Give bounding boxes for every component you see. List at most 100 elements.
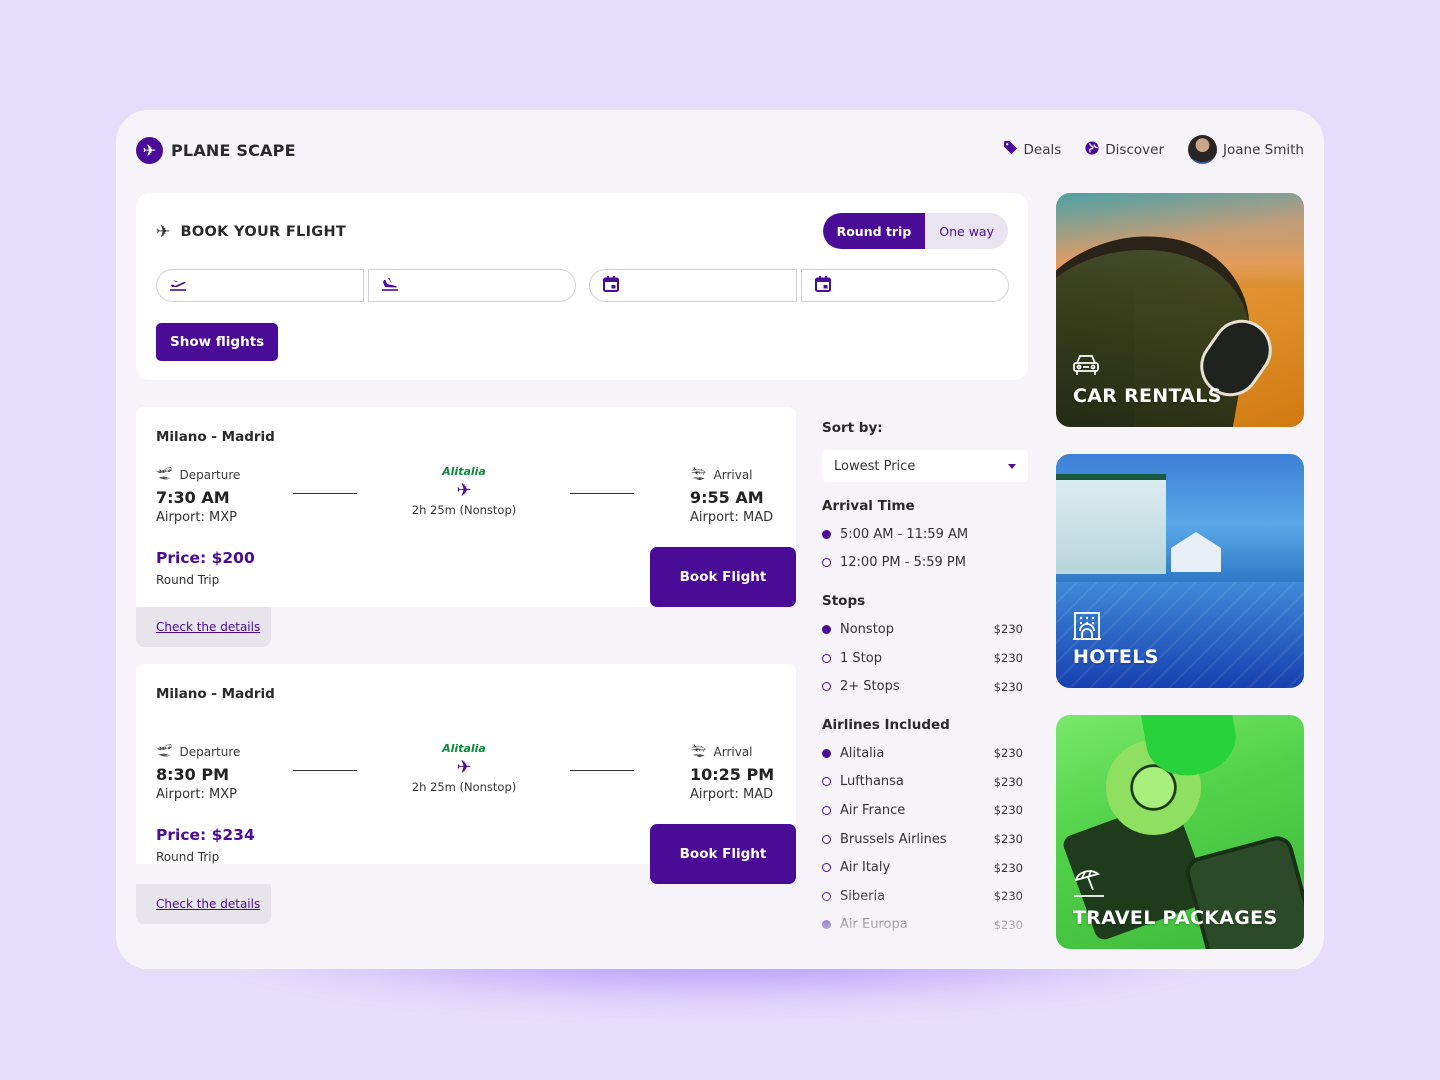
radio-icon bbox=[822, 805, 831, 815]
radio-icon bbox=[822, 558, 831, 568]
details-tab: Check the details bbox=[136, 884, 271, 924]
user-menu[interactable]: Joane Smith bbox=[1188, 135, 1304, 164]
airline-option[interactable]: Air Europa $230 bbox=[822, 911, 1028, 940]
option-label: Lufthansa bbox=[840, 774, 904, 790]
return-date-field[interactable] bbox=[801, 269, 1009, 302]
arrival-label: Arrival bbox=[713, 467, 753, 482]
tile-image-suitcase bbox=[1182, 832, 1304, 949]
option-label: Brussels Airlines bbox=[840, 831, 947, 847]
takeoff-icon: 🛫︎ bbox=[156, 467, 173, 482]
brand-name: PLANE SCAPE bbox=[171, 141, 296, 160]
airplane-icon: ✈ bbox=[456, 480, 472, 501]
arrival-time: 10:25 PM bbox=[690, 765, 775, 784]
option-price: $230 bbox=[993, 917, 1023, 932]
flight-route: Milano - Madrid bbox=[156, 429, 275, 445]
stops-option[interactable]: Nonstop $230 bbox=[822, 615, 1028, 644]
user-name: Joane Smith bbox=[1223, 141, 1304, 158]
book-flight-title: BOOK YOUR FLIGHT bbox=[180, 224, 347, 240]
stops-option[interactable]: 1 Stop $230 bbox=[822, 644, 1028, 673]
tile-label: CAR RENTALS bbox=[1073, 385, 1222, 407]
round-trip-option[interactable]: Round trip bbox=[822, 213, 926, 249]
airlines-heading: Airlines Included bbox=[822, 716, 950, 733]
logo[interactable]: ✈ PLANE SCAPE bbox=[136, 137, 296, 164]
car-icon bbox=[1072, 353, 1100, 383]
airline-logo: Alitalia bbox=[442, 742, 486, 755]
airplane-icon: ✈ bbox=[156, 222, 171, 242]
departure-airport: Airport: MXP bbox=[156, 510, 237, 525]
sort-select[interactable]: Lowest Price bbox=[822, 450, 1028, 482]
radio-icon bbox=[822, 653, 831, 663]
tile-label: TRAVEL PACKAGES bbox=[1073, 907, 1278, 929]
radio-icon bbox=[822, 863, 831, 873]
car-rentals-tile[interactable]: CAR RENTALS bbox=[1056, 193, 1304, 427]
filters-panel: Sort by: Lowest Price Arrival Time 5:00 … bbox=[822, 420, 1028, 960]
flight-duration: 2h 25m (Nonstop) bbox=[411, 780, 517, 794]
radio-selected-icon bbox=[822, 624, 831, 634]
airline-option[interactable]: Air Italy $230 bbox=[822, 853, 1028, 882]
to-field[interactable] bbox=[368, 269, 576, 302]
flight-card: Milano - Madrid 🛫︎ Departure 7:30 AM Airp… bbox=[136, 407, 796, 647]
nav-discover[interactable]: Discover bbox=[1085, 140, 1164, 159]
takeoff-icon: 🛫︎ bbox=[156, 744, 173, 759]
depart-date-field[interactable] bbox=[589, 269, 797, 302]
option-price: $230 bbox=[993, 832, 1023, 847]
landing-icon bbox=[381, 277, 399, 295]
arrival-airport: Airport: MAD bbox=[690, 510, 774, 525]
hotel-icon bbox=[1072, 612, 1102, 646]
book-flight-button[interactable]: Book Flight bbox=[650, 824, 796, 884]
tile-image-roof bbox=[1171, 532, 1221, 572]
option-label: 12:00 PM - 5:59 PM bbox=[840, 555, 966, 571]
book-flight-button[interactable]: Book Flight bbox=[650, 547, 796, 607]
one-way-option[interactable]: One way bbox=[925, 213, 1008, 249]
flight-route: Milano - Madrid bbox=[156, 686, 275, 702]
hotels-tile[interactable]: HOTELS bbox=[1056, 454, 1304, 688]
travel-packages-tile[interactable]: TRAVEL PACKAGES bbox=[1056, 715, 1304, 949]
option-price: $230 bbox=[993, 679, 1023, 694]
arrival-info: 🛬︎ Arrival 9:55 AM Airport: MAD bbox=[690, 467, 773, 525]
landing-icon: 🛬︎ bbox=[690, 467, 707, 482]
airline-option[interactable]: Air France $230 bbox=[822, 796, 1028, 825]
date-fields bbox=[589, 269, 1009, 302]
route-line-right bbox=[570, 493, 634, 494]
departure-label: Departure bbox=[179, 467, 241, 482]
arrival-option[interactable]: 5:00 AM - 11:59 AM bbox=[822, 520, 1028, 549]
option-price: $230 bbox=[993, 803, 1023, 818]
tag-icon bbox=[1003, 140, 1018, 159]
trip-type: Round Trip bbox=[156, 573, 220, 587]
flight-price: Price: $200 bbox=[156, 549, 255, 567]
details-tab: Check the details bbox=[136, 607, 271, 647]
sort-label: Sort by: bbox=[822, 420, 883, 436]
stops-option[interactable]: 2+ Stops $230 bbox=[822, 672, 1028, 701]
airplane-icon: ✈ bbox=[456, 757, 472, 778]
route-line-right bbox=[570, 770, 634, 771]
airline-option[interactable]: Brussels Airlines $230 bbox=[822, 825, 1028, 854]
arrival-option[interactable]: 12:00 PM - 5:59 PM bbox=[822, 549, 1028, 578]
radio-icon bbox=[822, 682, 831, 692]
radio-icon bbox=[822, 777, 831, 787]
from-field[interactable] bbox=[156, 269, 364, 302]
trip-type-toggle: Round trip One way bbox=[822, 213, 1008, 249]
airline-option[interactable]: Alitalia $230 bbox=[822, 739, 1028, 768]
flight-price: Price: $234 bbox=[156, 826, 255, 844]
nav-deals[interactable]: Deals bbox=[1003, 140, 1061, 159]
airline-option[interactable]: Lufthansa $230 bbox=[822, 768, 1028, 797]
option-label: Alitalia bbox=[840, 745, 885, 761]
trip-type: Round Trip bbox=[156, 850, 220, 864]
radio-icon bbox=[822, 891, 831, 901]
flight-middle-info: Alitalia ✈ 2h 25m (Nonstop) bbox=[394, 465, 534, 517]
radio-selected-icon bbox=[822, 748, 831, 758]
check-details-link[interactable]: Check the details bbox=[156, 620, 260, 634]
sort-value: Lowest Price bbox=[834, 458, 916, 474]
flight-middle-info: Alitalia ✈ 2h 25m (Nonstop) bbox=[394, 742, 534, 794]
airline-logo: Alitalia bbox=[442, 465, 486, 478]
tile-label: HOTELS bbox=[1073, 646, 1159, 668]
route-line-left bbox=[293, 493, 357, 494]
show-flights-button[interactable]: Show flights bbox=[156, 323, 279, 361]
beach-umbrella-icon bbox=[1072, 868, 1106, 904]
option-price: $230 bbox=[993, 746, 1023, 761]
check-details-link[interactable]: Check the details bbox=[156, 897, 260, 911]
top-nav: Deals Discover Joane Smith bbox=[1003, 135, 1304, 164]
option-price: $230 bbox=[993, 860, 1023, 875]
airline-option[interactable]: Siberia $230 bbox=[822, 882, 1028, 911]
option-price: $230 bbox=[993, 622, 1023, 637]
